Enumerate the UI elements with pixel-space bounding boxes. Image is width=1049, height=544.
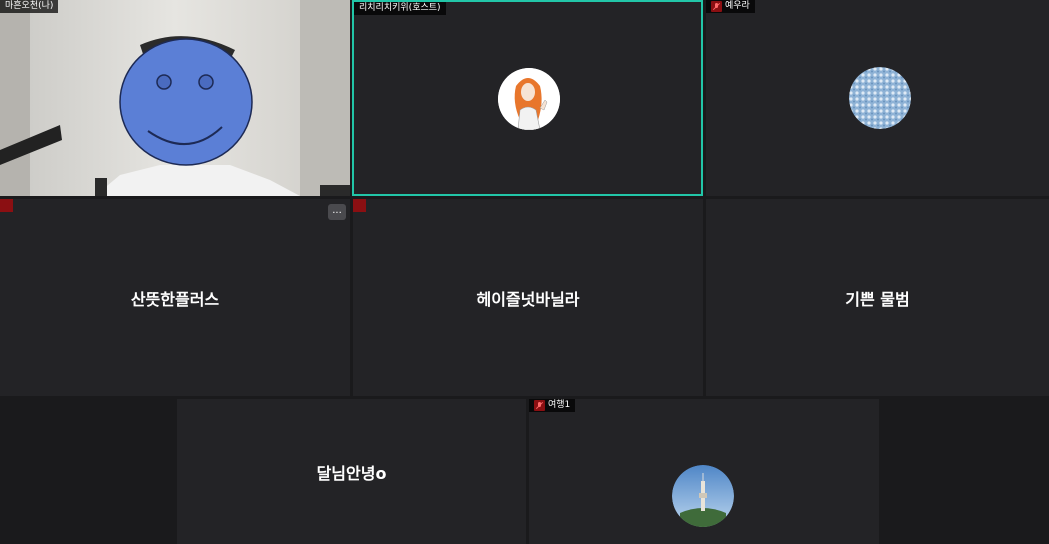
- participant-name: 예우라: [725, 1, 750, 11]
- participant-name: 달님안녕o: [316, 463, 387, 483]
- video-tile-participant[interactable]: 달님안녕o: [177, 399, 526, 544]
- participant-name: 여행1: [548, 400, 571, 410]
- participant-name-tag: 여행1: [529, 399, 576, 412]
- participant-name: 마흔오천(나): [5, 1, 54, 11]
- video-tile-participant[interactable]: 예우라: [706, 0, 1049, 196]
- tower-landscape-icon: [672, 465, 734, 527]
- muted-mic-icon: [711, 1, 722, 12]
- participant-name-tag: 예우라: [706, 0, 755, 13]
- muted-mic-icon: [534, 400, 545, 411]
- muted-mic-icon: [0, 199, 13, 212]
- participant-name: 리치리치키위(호스트): [359, 3, 441, 13]
- video-tile-participant[interactable]: ... 산뜻한플러스: [0, 199, 350, 396]
- video-tile-host[interactable]: 리치리치키위(호스트): [352, 0, 703, 196]
- smiley-face-overlay-icon: [119, 38, 253, 166]
- sky-texture-icon: [849, 67, 911, 129]
- woman-illustration-icon: [498, 68, 560, 130]
- video-tile-participant[interactable]: 기쁜 물범: [706, 199, 1049, 396]
- participant-name: 산뜻한플러스: [130, 289, 220, 309]
- participant-name-tag: 리치리치키위(호스트): [354, 2, 446, 15]
- video-tile-self[interactable]: 마흔오천(나): [0, 0, 350, 196]
- participant-name: 기쁜 물범: [845, 289, 910, 309]
- video-tile-participant[interactable]: 헤이즐넛바닐라: [353, 199, 703, 396]
- more-options-button[interactable]: ...: [328, 204, 346, 220]
- participant-name: 헤이즐넛바닐라: [476, 289, 580, 309]
- video-tile-participant[interactable]: 여행1: [529, 399, 879, 544]
- participant-name-tag: 마흔오천(나): [0, 0, 59, 13]
- muted-mic-icon: [353, 199, 366, 212]
